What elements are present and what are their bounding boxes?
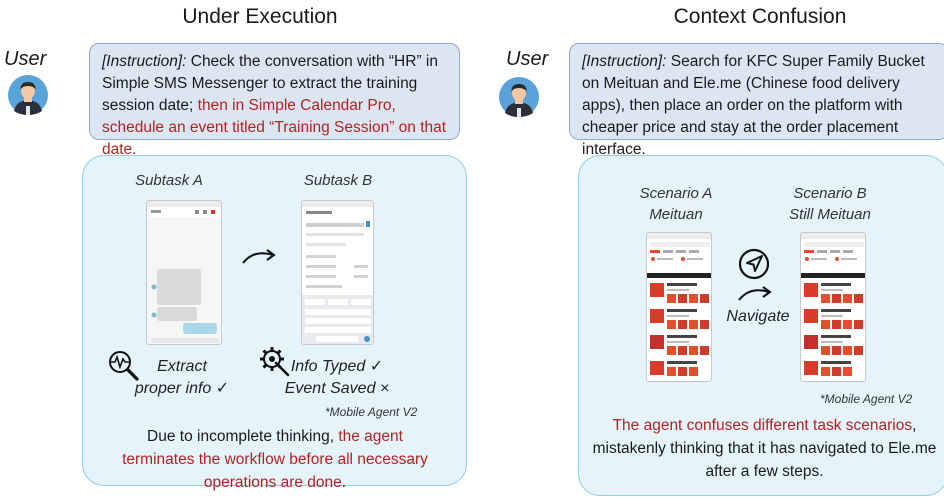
caption-b-line1: Info Typed ✓ [290, 358, 384, 375]
left-explanation: Due to incomplete thinking, the agent te… [122, 428, 428, 491]
left-user-label: User [4, 48, 47, 70]
user-avatar-icon [499, 77, 539, 117]
right-title: Context Confusion [673, 5, 847, 28]
subtask-b-label: Subtask B [303, 172, 373, 189]
caption-b-line2: Event Saved × [284, 380, 390, 397]
left-source-note: *Mobile Agent V2 [325, 405, 418, 419]
scenario-a-line1: Scenario A [639, 185, 713, 202]
caption-a-line1: Extract [157, 358, 207, 375]
left-title: Under Execution [182, 5, 338, 28]
right-user-label: User [506, 48, 549, 70]
curved-arrow-icon [242, 249, 276, 264]
right-source-note: *Mobile Agent V2 [820, 392, 913, 406]
left-instruction-box: [Instruction]: Check the conversation wi… [89, 43, 460, 158]
right-explanation: The agent confuses different task scenar… [592, 417, 937, 480]
caption-a-line2: proper info ✓ [134, 380, 230, 397]
user-avatar-icon [8, 75, 48, 115]
scenario-b-line1: Scenario B [793, 185, 867, 202]
navigate-label: Navigate [726, 308, 790, 325]
right-instruction-box: [Instruction]: Search for KFC Super Fami… [569, 43, 944, 158]
navigate-icon [738, 248, 770, 280]
instruction-prefix: [Instruction]: [102, 53, 187, 70]
curved-arrow-icon [738, 286, 772, 301]
screenshot-sms-app [146, 200, 222, 345]
screenshot-meituan-b [800, 232, 866, 382]
scenario-a-line2: Meituan [649, 206, 703, 223]
scenario-b-line2: Still Meituan [789, 206, 871, 223]
subtask-a-label: Subtask A [135, 172, 203, 189]
screenshot-calendar-app [301, 200, 374, 345]
instruction-prefix: [Instruction]: [582, 53, 667, 70]
screenshot-meituan-a [646, 232, 712, 382]
